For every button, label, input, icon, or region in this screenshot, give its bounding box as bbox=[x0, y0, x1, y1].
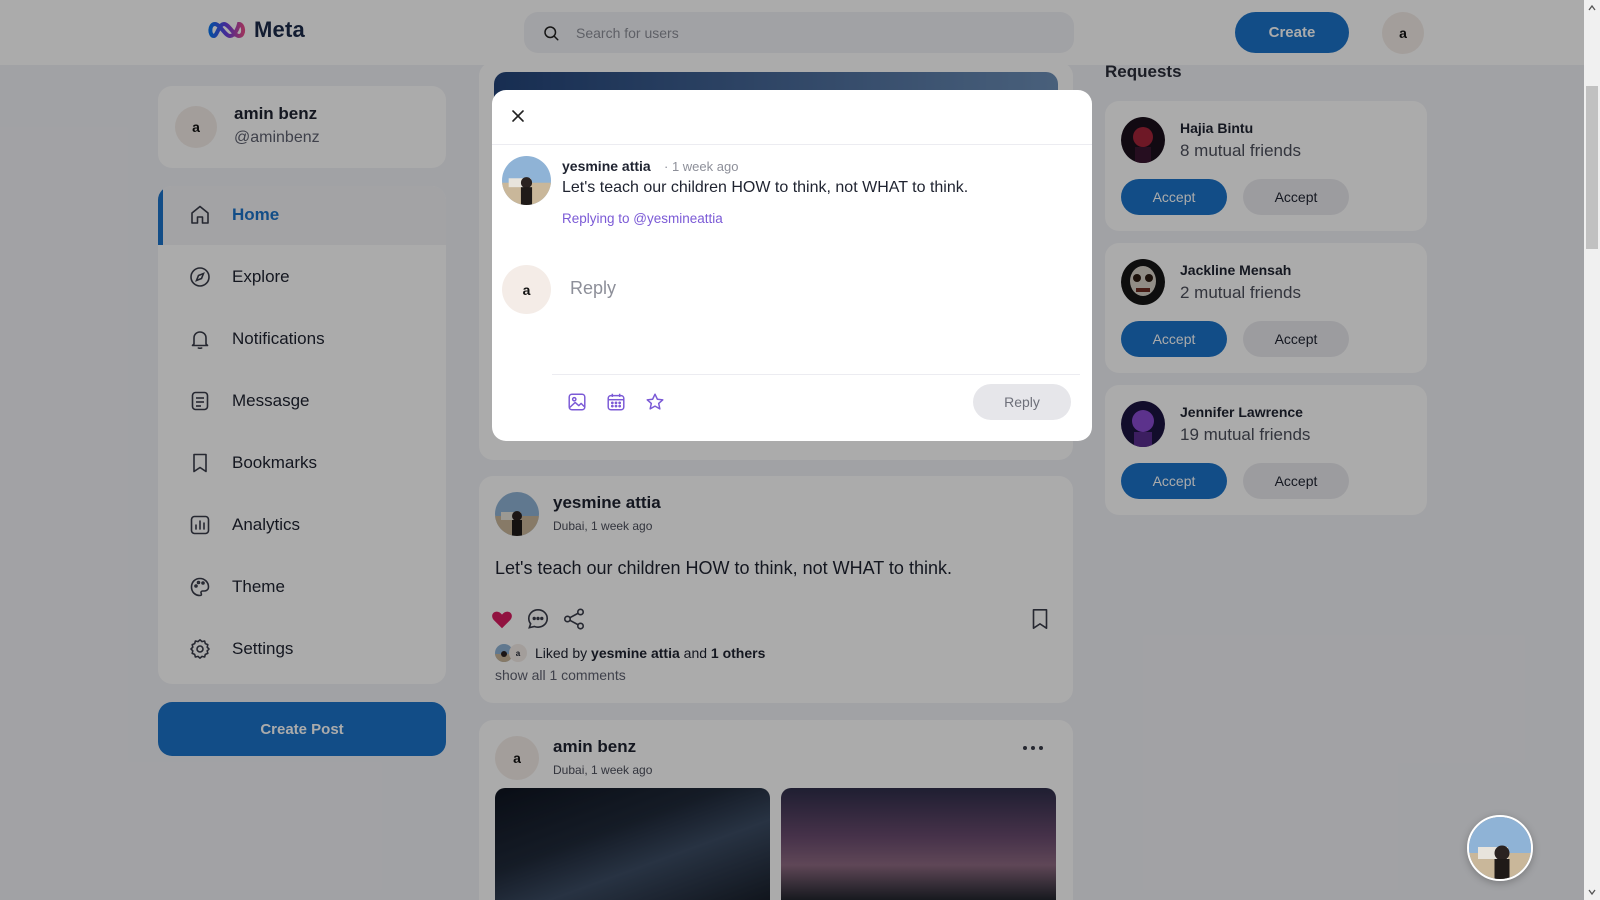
reply-avatar: a bbox=[502, 265, 551, 314]
close-icon[interactable] bbox=[508, 106, 528, 126]
image-icon[interactable] bbox=[566, 391, 588, 413]
original-author[interactable]: yesmine attia bbox=[562, 158, 651, 174]
original-text: Let's teach our children HOW to think, n… bbox=[562, 179, 969, 196]
scrollbar-thumb[interactable] bbox=[1586, 86, 1598, 249]
replying-to[interactable]: Replying to @yesmineattia bbox=[562, 211, 723, 226]
divider bbox=[492, 144, 1092, 145]
reply-submit-button[interactable]: Reply bbox=[973, 384, 1071, 420]
divider bbox=[552, 374, 1080, 375]
page-scrollbar[interactable] bbox=[1584, 0, 1600, 900]
star-icon[interactable] bbox=[644, 391, 666, 413]
chat-bubble-avatar[interactable] bbox=[1467, 815, 1533, 881]
original-author-avatar[interactable] bbox=[502, 156, 551, 205]
scroll-down-arrow-icon[interactable] bbox=[1588, 888, 1596, 896]
reply-input[interactable] bbox=[570, 278, 1050, 299]
calendar-icon[interactable] bbox=[605, 391, 627, 413]
scroll-up-arrow-icon[interactable] bbox=[1588, 4, 1596, 12]
reply-modal: yesmine attia · 1 week ago Let's teach o… bbox=[492, 90, 1092, 441]
original-time: · 1 week ago bbox=[664, 159, 739, 174]
